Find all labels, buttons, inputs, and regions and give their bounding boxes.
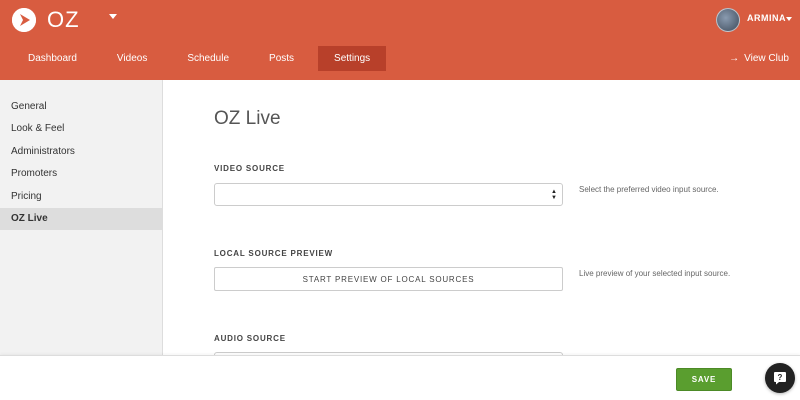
- settings-main: OZ Live VIDEO SOURCE ▲ ▼ Select the prefe…: [163, 80, 800, 355]
- svg-text:?: ?: [778, 373, 783, 382]
- view-club-label: View Club: [744, 53, 789, 64]
- sidebar-item-look-and-feel[interactable]: Look & Feel: [0, 118, 162, 141]
- tab-schedule[interactable]: Schedule: [171, 46, 245, 71]
- sidebar-item-general[interactable]: General: [0, 95, 162, 118]
- local-preview-label: LOCAL SOURCE PREVIEW: [214, 249, 333, 258]
- arrow-right-icon: →: [729, 53, 740, 64]
- top-header: OZ ARMINA Dashboard Videos Schedule Post…: [0, 0, 800, 80]
- select-updown-icon: ▲ ▼: [551, 189, 557, 201]
- view-club-link[interactable]: → View Club: [729, 53, 789, 64]
- settings-sidebar: General Look & Feel Administrators Promo…: [0, 80, 163, 355]
- video-source-select[interactable]: ▲ ▼: [214, 183, 563, 206]
- video-source-label: VIDEO SOURCE: [214, 164, 285, 173]
- audio-source-label: AUDIO SOURCE: [214, 334, 286, 343]
- sidebar-item-promoters[interactable]: Promoters: [0, 163, 162, 186]
- local-preview-help: Live preview of your selected input sour…: [579, 269, 731, 278]
- tab-posts[interactable]: Posts: [253, 46, 310, 71]
- tab-settings[interactable]: Settings: [318, 46, 387, 71]
- sidebar-item-pricing[interactable]: Pricing: [0, 185, 162, 208]
- video-source-help: Select the preferred video input source.: [579, 185, 719, 194]
- sidebar-item-administrators[interactable]: Administrators: [0, 140, 162, 163]
- tab-videos[interactable]: Videos: [101, 46, 163, 71]
- tab-dashboard[interactable]: Dashboard: [12, 46, 93, 71]
- user-name[interactable]: ARMINA: [747, 13, 786, 23]
- user-avatar[interactable]: [716, 8, 740, 32]
- action-footer: SAVE ?: [0, 355, 800, 400]
- sidebar-item-oz-live[interactable]: OZ Live: [0, 207, 162, 230]
- save-button[interactable]: SAVE: [676, 368, 732, 391]
- play-logo-icon[interactable]: [12, 8, 36, 32]
- user-menu-chevron-down-icon[interactable]: [786, 17, 792, 21]
- main-nav: Dashboard Videos Schedule Posts Settings: [12, 46, 394, 71]
- page-title: OZ Live: [214, 108, 281, 129]
- start-preview-button[interactable]: START PREVIEW OF LOCAL SOURCES: [214, 267, 563, 291]
- club-switcher-chevron-down-icon[interactable]: [109, 14, 117, 19]
- help-question-icon[interactable]: ?: [765, 363, 795, 393]
- club-name[interactable]: OZ: [47, 7, 80, 33]
